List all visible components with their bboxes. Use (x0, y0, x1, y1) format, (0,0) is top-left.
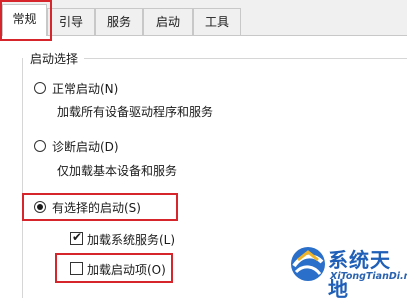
tab-startup[interactable]: 启动 (143, 8, 193, 35)
load-startup-items-label[interactable]: 加载启动项(O) (87, 261, 166, 278)
load-system-services-label[interactable]: 加载系统服务(L) (87, 231, 175, 248)
checkmark-icon: ✔ (72, 230, 83, 244)
normal-startup-label[interactable]: 正常启动(N) (52, 80, 118, 97)
selective-startup-label[interactable]: 有选择的启动(S) (52, 199, 141, 216)
tab-tools[interactable]: 工具 (193, 8, 241, 35)
watermark: 系统天地 XiTongTianDi.net (288, 240, 407, 301)
diagnostic-startup-radio[interactable] (34, 140, 46, 152)
startup-selection-title: 启动选择 (30, 52, 79, 66)
tab-divider (0, 35, 407, 36)
diagnostic-startup-description: 仅加载基本设备和服务 (57, 164, 178, 178)
tab-services[interactable]: 服务 (95, 8, 143, 35)
diagnostic-startup-label[interactable]: 诊断启动(D) (52, 138, 119, 155)
tab-bar: 常规 引导 服务 启动 工具 (0, 0, 407, 36)
radio-selected-dot (37, 204, 43, 210)
tab-boot[interactable]: 引导 (47, 8, 95, 35)
group-border-left (22, 58, 23, 298)
normal-startup-description: 加载所有设备驱动程序和服务 (57, 105, 214, 119)
tab-general[interactable]: 常规 (2, 4, 47, 36)
selective-startup-radio[interactable] (34, 201, 46, 213)
load-system-services-checkbox[interactable]: ✔ (70, 230, 83, 245)
load-startup-items-checkbox[interactable] (70, 262, 83, 275)
normal-startup-radio[interactable] (34, 82, 46, 94)
globe-logo-icon (291, 247, 325, 281)
watermark-text-en: XiTongTianDi.net (330, 271, 407, 282)
group-border-top (84, 58, 407, 59)
